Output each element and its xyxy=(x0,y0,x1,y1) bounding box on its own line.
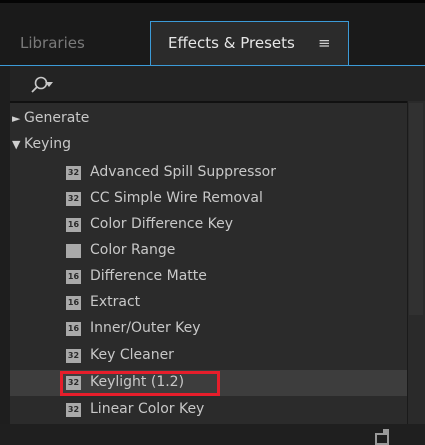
panel-menu-icon[interactable]: ≡ xyxy=(318,34,331,52)
bit-depth-16-icon: 16 xyxy=(66,270,81,284)
effect-item-key-cleaner[interactable]: 32 Key Cleaner xyxy=(10,343,407,369)
tab-bar: Libraries Effects & Presets ≡ xyxy=(0,0,425,69)
collapse-arrow-icon[interactable]: ▼ xyxy=(12,138,20,151)
effect-label: Advanced Spill Suppressor xyxy=(90,164,276,180)
bit-depth-8-icon xyxy=(66,244,81,258)
search-bar[interactable] xyxy=(10,66,425,101)
bit-depth-16-icon: 16 xyxy=(66,322,81,336)
effect-item-advanced-spill-suppressor[interactable]: 32 Advanced Spill Suppressor xyxy=(10,160,407,186)
chevron-down-icon[interactable] xyxy=(45,82,53,88)
effect-item-color-difference-key[interactable]: 16 Color Difference Key xyxy=(10,212,407,238)
category-generate[interactable]: ► Generate xyxy=(10,106,407,132)
effect-label: Color Difference Key xyxy=(90,216,234,232)
expand-arrow-icon[interactable]: ► xyxy=(12,112,20,125)
effect-item-linear-color-key[interactable]: 32 Linear Color Key xyxy=(10,397,407,423)
new-folder-icon[interactable] xyxy=(372,424,392,445)
category-keying[interactable]: ▼ Keying xyxy=(10,132,407,158)
effect-item-cc-simple-wire-removal[interactable]: 32 CC Simple Wire Removal xyxy=(10,186,407,212)
effect-label: Inner/Outer Key xyxy=(90,320,201,336)
effect-item-difference-matte[interactable]: 16 Difference Matte xyxy=(10,264,407,290)
effect-label: Difference Matte xyxy=(90,268,207,284)
effect-item-extract[interactable]: 16 Extract xyxy=(10,290,407,316)
selection-highlight-box xyxy=(60,371,220,396)
panel-bottom-bar xyxy=(0,424,425,445)
tab-libraries[interactable]: Libraries xyxy=(20,34,85,52)
bit-depth-16-icon: 16 xyxy=(66,218,81,232)
category-label: Generate xyxy=(24,110,90,126)
effect-label: CC Simple Wire Removal xyxy=(90,190,263,206)
effect-item-inner-outer-key[interactable]: 16 Inner/Outer Key xyxy=(10,316,407,342)
category-label: Keying xyxy=(24,136,72,152)
effects-presets-panel: Libraries Effects & Presets ≡ ► Generate… xyxy=(0,0,425,445)
bit-depth-32-icon: 32 xyxy=(66,403,81,417)
panel-left-frame xyxy=(0,66,10,445)
scrollbar-thumb[interactable] xyxy=(409,103,423,315)
effect-item-color-range[interactable]: Color Range xyxy=(10,238,407,264)
bit-depth-32-icon: 32 xyxy=(66,349,81,363)
effect-label: Linear Color Key xyxy=(90,401,205,417)
bit-depth-32-icon: 32 xyxy=(66,192,81,206)
bit-depth-32-icon: 32 xyxy=(66,166,81,180)
tab-effects-presets[interactable]: Effects & Presets ≡ xyxy=(150,21,349,69)
effect-label: Key Cleaner xyxy=(90,347,174,363)
effect-label: Extract xyxy=(90,294,141,310)
tab-effects-presets-label: Effects & Presets xyxy=(168,34,295,52)
bit-depth-16-icon: 16 xyxy=(66,296,81,310)
effect-label: Color Range xyxy=(90,242,176,258)
